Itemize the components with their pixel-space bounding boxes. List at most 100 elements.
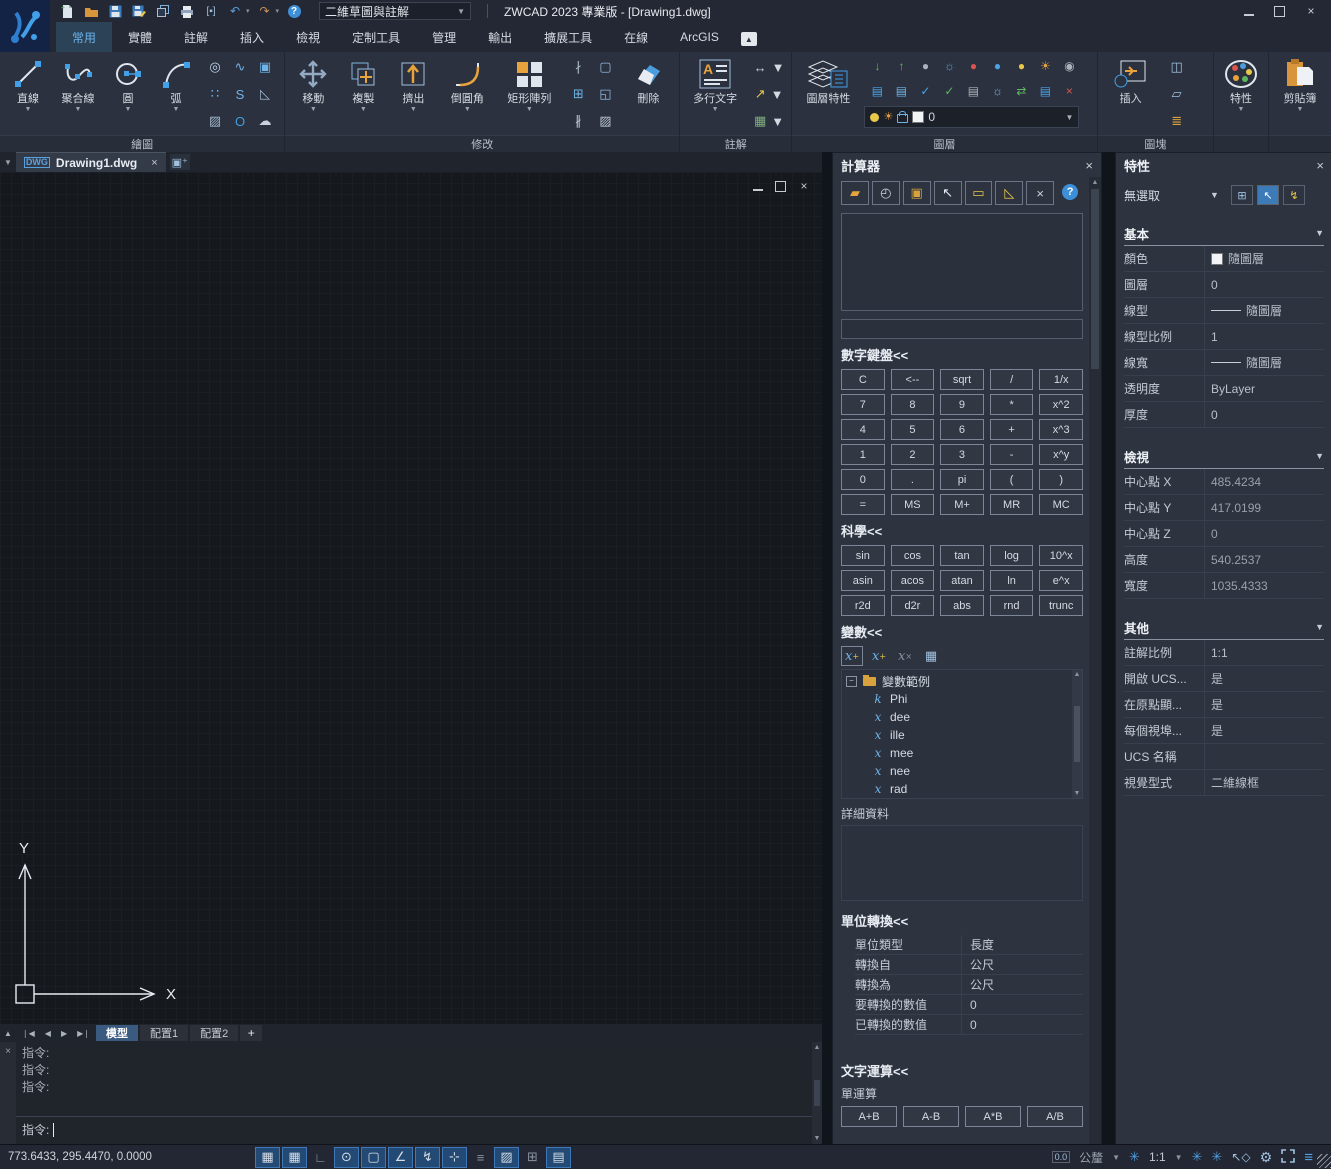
arc-button[interactable]: 弧▼ xyxy=(154,55,198,135)
print-icon[interactable] xyxy=(178,3,196,19)
calc-key[interactable]: 2 xyxy=(891,444,935,465)
toggle-pickadd-icon[interactable]: ⊞ xyxy=(1231,185,1253,205)
ribbon-tab[interactable]: 在線 xyxy=(608,22,664,52)
layer-isolate-icon[interactable]: ● xyxy=(914,55,936,77)
calc-key[interactable]: 5 xyxy=(891,419,935,440)
prop-row-ucs-icon-on[interactable]: 開啟 UCS... 是 xyxy=(1124,666,1324,692)
hatch-icon[interactable]: ▨ xyxy=(204,109,226,133)
rectangle-icon[interactable]: ▣ xyxy=(254,55,276,79)
textop-key[interactable]: A+B xyxy=(841,1106,897,1127)
units-format-icon[interactable]: 0.0 xyxy=(1052,1151,1071,1163)
units-row[interactable]: 轉換為 公尺 xyxy=(855,975,1083,995)
prop-row-center-z[interactable]: 中心點 Z 0 xyxy=(1124,521,1324,547)
calc-key[interactable]: - xyxy=(990,444,1034,465)
calc-key[interactable]: 0 xyxy=(841,469,885,490)
ribbon-tab[interactable]: 檢視 xyxy=(280,22,336,52)
maximize-button[interactable] xyxy=(1274,6,1285,17)
calc-sci-key[interactable]: 10^x xyxy=(1039,545,1083,566)
variables-section-title[interactable]: 變數<< xyxy=(841,622,1083,641)
scroll-down-icon[interactable]: ▼ xyxy=(1074,790,1081,797)
section-other[interactable]: 其他▼ xyxy=(1124,615,1324,640)
variable-row[interactable]: x nee xyxy=(872,762,1072,780)
undo-dropdown-icon[interactable]: ▾ xyxy=(246,7,250,15)
prop-row-width[interactable]: 寬度 1035.4333 xyxy=(1124,573,1324,599)
layer-on-icon[interactable]: ↑ xyxy=(890,55,912,77)
redo-dropdown-icon[interactable]: ▾ xyxy=(276,7,280,15)
layer-properties-button[interactable]: 圖層特性 xyxy=(796,55,860,135)
attributes-icon[interactable]: ≣ xyxy=(1166,109,1188,133)
calc-key[interactable]: C xyxy=(841,369,885,390)
textops-section-title[interactable]: 文字運算<< xyxy=(841,1061,1083,1080)
canvas-restore-button[interactable] xyxy=(775,181,786,192)
calculator-icon[interactable]: ▦ xyxy=(921,647,941,665)
ribbon-tab[interactable]: 輸出 xyxy=(472,22,528,52)
layer-states-icon[interactable]: ✓ xyxy=(938,80,960,102)
edit-variable-icon[interactable]: x+ xyxy=(869,647,889,665)
layer-copy-icon[interactable]: ▤ xyxy=(1034,80,1056,102)
calc-sci-key[interactable]: asin xyxy=(841,570,885,591)
copy-button[interactable]: 複製▼ xyxy=(339,55,387,135)
workspace-select[interactable]: 二維草圖與註解 ▼ xyxy=(319,2,471,20)
clipboard-button[interactable]: 剪貼簿▼ xyxy=(1273,55,1327,135)
fillet-button[interactable]: 倒圓角▼ xyxy=(439,55,495,135)
variable-row[interactable]: k Phi xyxy=(872,690,1072,708)
selection-preview-icon[interactable]: ↖◇ xyxy=(1231,1150,1250,1164)
mirror-icon[interactable]: ∦ xyxy=(567,109,589,133)
new-file-icon[interactable]: + xyxy=(58,3,76,19)
help-icon[interactable]: ? xyxy=(285,3,303,19)
undo-icon[interactable]: ↶ xyxy=(226,3,244,19)
prop-row-center-y[interactable]: 中心點 Y 417.0199 xyxy=(1124,495,1324,521)
annotation-scale-value[interactable]: 1:1 xyxy=(1149,1150,1166,1164)
point-icon[interactable]: ∷ xyxy=(204,82,226,106)
expand-history-icon[interactable]: ▲ xyxy=(0,1029,16,1038)
ribbon-tab[interactable]: 實體 xyxy=(112,22,168,52)
annotation-visibility-icon[interactable]: ✳ xyxy=(1192,1149,1203,1165)
get-coordinates-icon[interactable]: ↖ xyxy=(934,181,962,205)
extrude-button[interactable]: 擠出▼ xyxy=(389,55,437,135)
region-icon[interactable]: ◺ xyxy=(254,82,276,106)
textop-key[interactable]: A-B xyxy=(903,1106,959,1127)
calc-key[interactable]: . xyxy=(891,469,935,490)
scroll-up-icon[interactable]: ▲ xyxy=(1092,179,1099,186)
erase-button[interactable]: 刪除 xyxy=(622,55,674,135)
minimize-button[interactable] xyxy=(1244,6,1254,16)
calc-key[interactable]: ) xyxy=(1039,469,1083,490)
ribbon-tab[interactable]: ArcGIS xyxy=(664,22,735,52)
scrollbar-thumb[interactable] xyxy=(1074,706,1080,762)
variable-row[interactable]: x vee xyxy=(872,798,1072,799)
redo-icon[interactable]: ↷ xyxy=(256,3,274,19)
scrollbar-thumb[interactable] xyxy=(814,1080,820,1106)
center-mark-icon[interactable]: ◎ xyxy=(204,55,226,79)
calc-key[interactable]: MC xyxy=(1039,494,1083,515)
layout-tab[interactable]: 配置1 xyxy=(140,1025,188,1041)
calc-key[interactable]: <-- xyxy=(891,369,935,390)
ribbon-tab[interactable]: 擴展工具 xyxy=(528,22,608,52)
ribbon-tab[interactable]: 定制工具 xyxy=(336,22,416,52)
calc-key[interactable]: MR xyxy=(990,494,1034,515)
measure-angle-icon[interactable]: ◺ xyxy=(995,181,1023,205)
textop-key[interactable]: A/B xyxy=(1027,1106,1083,1127)
scientific-section-title[interactable]: 科學<< xyxy=(841,521,1083,540)
close-properties-icon[interactable]: × xyxy=(1316,158,1324,173)
layer-walk-icon[interactable]: ◉ xyxy=(1058,55,1080,77)
canvas-minimize-button[interactable] xyxy=(753,181,763,191)
calc-sci-key[interactable]: atan xyxy=(940,570,984,591)
snap-toggle[interactable]: ▦ xyxy=(282,1147,307,1168)
calculator-input[interactable] xyxy=(841,319,1083,339)
prop-row-annotation-scale[interactable]: 註解比例 1:1 xyxy=(1124,640,1324,666)
calc-key[interactable]: ( xyxy=(990,469,1034,490)
calc-sci-key[interactable]: acos xyxy=(891,570,935,591)
circle-button[interactable]: 圓▼ xyxy=(104,55,152,135)
move-button[interactable]: 移動▼ xyxy=(289,55,337,135)
drawing-canvas[interactable]: × Y X xyxy=(0,172,822,1024)
angle-snap-toggle[interactable]: ∠ xyxy=(388,1147,413,1168)
rect-array-button[interactable]: 矩形陣列▼ xyxy=(497,55,561,135)
layer-match-icon[interactable]: ▤ xyxy=(866,80,888,102)
auto-annotation-icon[interactable]: ✳ xyxy=(1211,1149,1222,1165)
clear-icon[interactable]: ▰ xyxy=(841,181,869,205)
units-row[interactable]: 已轉換的數值 0 xyxy=(855,1015,1083,1035)
command-input[interactable]: 指令: xyxy=(16,1116,812,1144)
new-layout-button[interactable]: + xyxy=(240,1025,262,1041)
units-label[interactable]: 公釐 xyxy=(1079,1149,1103,1166)
calc-sci-key[interactable]: r2d xyxy=(841,595,885,616)
